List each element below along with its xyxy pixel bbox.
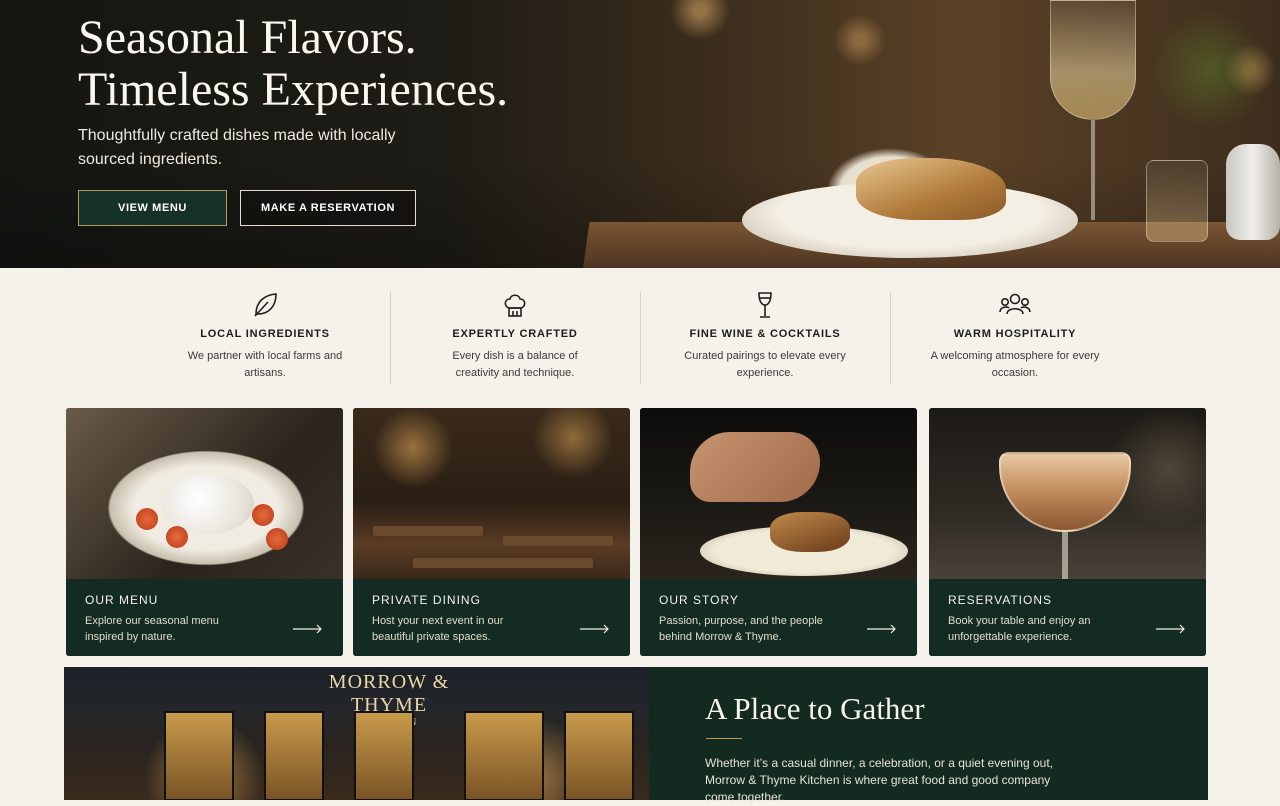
wine-glass-stem [1091, 120, 1095, 220]
feature-text: We partner with local farms and artisans… [187, 350, 343, 379]
private-dining-image [353, 408, 630, 579]
feature-text: Every dish is a balance of creativity an… [452, 350, 578, 379]
gather-section: A Place to Gather Whether it’s a casual … [649, 667, 1208, 804]
feature-text: Curated pairings to elevate every experi… [684, 350, 846, 379]
card-description: Host your next event in our beautiful pr… [372, 615, 504, 643]
card-title: RESERVATIONS [948, 593, 1053, 607]
candle-image [1146, 160, 1208, 242]
card-title: PRIVATE DINING [372, 593, 481, 607]
feature-title: EXPERTLY CRAFTED [452, 328, 578, 340]
feature-expertly-crafted: EXPERTLY CRAFTED Every dish is a balance… [390, 286, 640, 390]
card-title: OUR MENU [85, 593, 159, 607]
arrow-right-icon[interactable] [580, 624, 610, 634]
features-row: LOCAL INGREDIENTS We partner with local … [140, 286, 1140, 390]
chef-hat-icon [504, 294, 526, 317]
view-menu-button[interactable]: VIEW MENU [78, 190, 227, 226]
wine-glass-image [1050, 0, 1136, 120]
leaf-icon [254, 293, 277, 317]
gold-divider [706, 738, 742, 739]
card-description: Book your table and enjoy an unforgettab… [948, 615, 1091, 643]
card-our-story[interactable]: OUR STORY Passion, purpose, and the peop… [640, 408, 917, 656]
card-reservations[interactable]: RESERVATIONS Book your table and enjoy a… [929, 408, 1206, 656]
card-our-menu[interactable]: OUR MENU Explore our seasonal menu inspi… [66, 408, 343, 656]
plant-image [1150, 10, 1270, 130]
card-description: Passion, purpose, and the people behind … [659, 615, 823, 643]
arrow-right-icon[interactable] [293, 624, 323, 634]
chef-plating-image [640, 408, 917, 579]
vase-image [1226, 144, 1280, 240]
feature-text: A welcoming atmosphere for every occasio… [930, 350, 1100, 379]
feature-title: LOCAL INGREDIENTS [200, 328, 330, 340]
hero-section: Seasonal Flavors. Timeless Experiences. … [0, 0, 1280, 268]
arrow-right-icon[interactable] [1156, 624, 1186, 634]
feature-title: WARM HOSPITALITY [953, 328, 1077, 340]
people-icon [999, 293, 1031, 315]
feature-local-ingredients: LOCAL INGREDIENTS We partner with local … [140, 286, 390, 390]
hero-fish-image [856, 158, 1006, 220]
card-description: Explore our seasonal menu inspired by na… [85, 615, 219, 643]
hero-subtitle: Thoughtfully crafted dishes made with lo… [78, 127, 396, 168]
gather-title: A Place to Gather [705, 691, 925, 726]
feature-warm-hospitality: WARM HOSPITALITY A welcoming atmosphere … [890, 286, 1140, 390]
hero-title-line2: Timeless Experiences. [78, 63, 509, 116]
card-private-dining[interactable]: PRIVATE DINING Host your next event in o… [353, 408, 630, 656]
card-title: OUR STORY [659, 593, 739, 607]
cocktail-image [929, 408, 1206, 579]
wine-glass-icon [758, 292, 772, 318]
storefront-image: MORROW & THYME KITCHEN [64, 667, 649, 800]
feature-fine-wine: FINE WINE & COCKTAILS Curated pairings t… [640, 286, 890, 390]
make-reservation-button[interactable]: MAKE A RESERVATION [240, 190, 416, 226]
gather-text: Whether it’s a casual dinner, a celebrat… [705, 756, 1053, 804]
menu-dish-image [66, 408, 343, 579]
hero-title-line1: Seasonal Flavors. [78, 11, 417, 64]
hero-title: Seasonal Flavors. Timeless Experiences. [78, 12, 508, 116]
arrow-right-icon[interactable] [867, 624, 897, 634]
feature-title: FINE WINE & COCKTAILS [689, 328, 841, 340]
